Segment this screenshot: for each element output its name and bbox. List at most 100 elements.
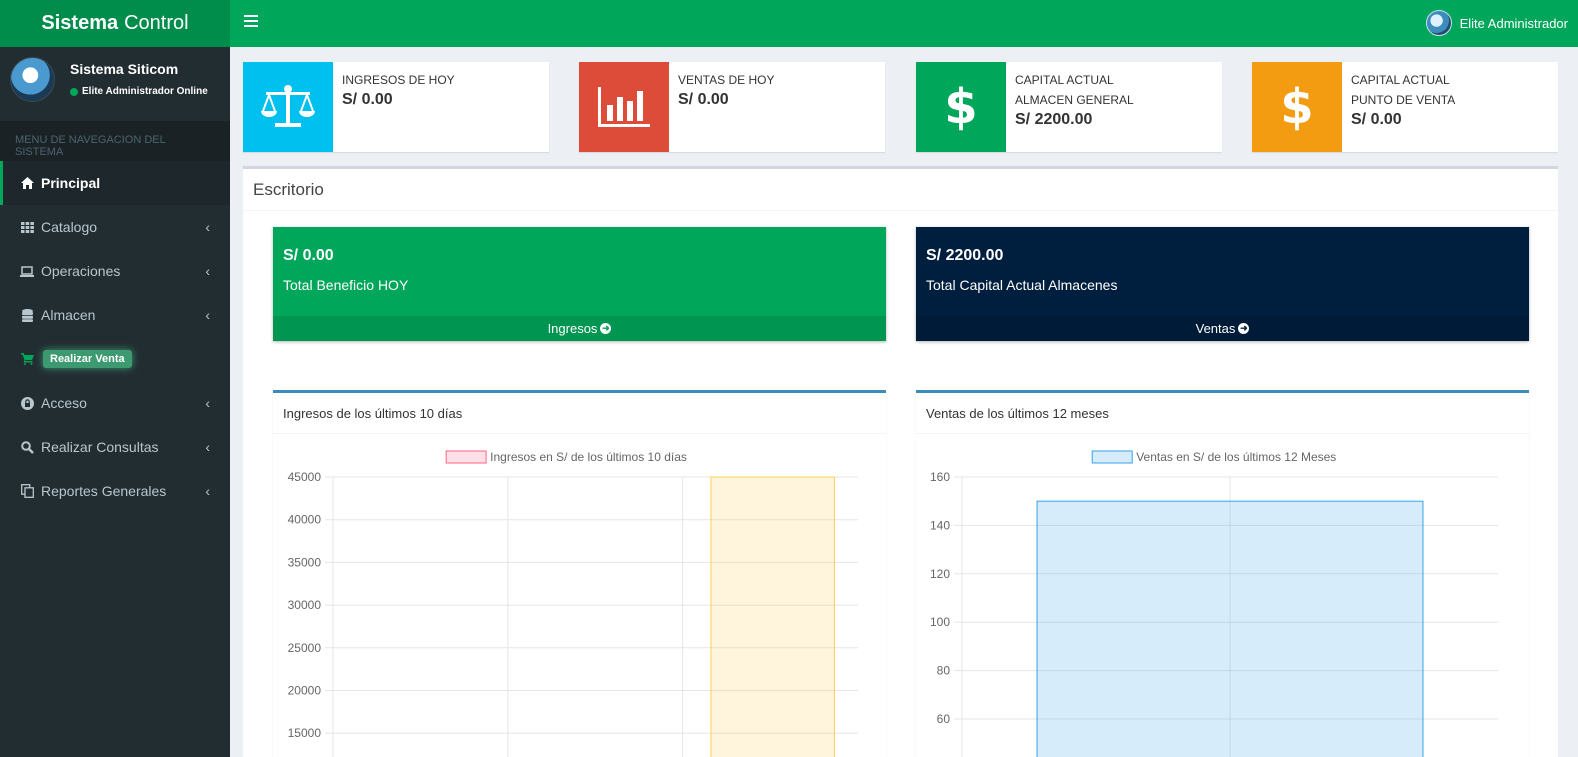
sidebar-item-label: Operaciones [41,263,121,279]
sidebar-item-label: Acceso [41,395,87,411]
arrow-circle-right-icon: ➜ [1238,323,1250,334]
y-tick-label: 100 [930,615,950,629]
balance-scale-icon [243,62,333,152]
summary-box-beneficio: S/ 0.00 Total Beneficio HOY Ingresos ➜ [273,227,886,341]
divider [243,210,1558,211]
footer-label: Ingresos [547,321,598,336]
sidebar-item-realizar-consultas[interactable]: Realizar Consultas ‹ [0,425,230,469]
top-navbar: Elite Administrador [230,0,1578,47]
sidebar-item-realizar-venta[interactable]: Realizar Venta [0,337,230,381]
sidebar-item-label: Realizar Consultas [41,439,159,455]
ventas-link[interactable]: Ventas ➜ [916,316,1529,341]
info-box-text: CAPITAL ACTUAL PUNTO DE VENTA S/ 0.00 [1351,70,1455,130]
divider [916,433,1529,434]
grid-icon [20,220,34,234]
info-box-ventas-hoy: VENTAS DE HOY S/ 0.00 [579,62,885,152]
user-menu-name: Elite Administrador [1459,15,1568,31]
online-dot-icon [70,87,78,96]
sidebar-item-principal[interactable]: Principal [0,161,230,205]
sidebar-item-label: Principal [41,175,101,191]
y-tick-label: 45000 [288,470,322,484]
y-tick-label: 15000 [288,726,322,740]
arrow-circle-right-icon: ➜ [600,323,612,334]
ingresos-link[interactable]: Ingresos ➜ [273,316,886,341]
info-box-value: S/ 0.00 [342,91,393,108]
escritorio-panel: Escritorio S/ 0.00 Total Beneficio HOY I… [243,166,1558,757]
info-box-text: INGRESOS DE HOY S/ 0.00 [342,70,455,110]
menu-header: MENU DE NAVEGACION DEL SISTEMA [0,121,230,161]
ingresos-chart: Ingresos en S/ de los últimos 10 días 450… [288,450,858,757]
divider [273,433,886,434]
info-box-label-2: ALMACEN GENERAL [1015,93,1134,107]
summary-box-capital: S/ 2200.00 Total Capital Actual Almacene… [916,227,1529,341]
dollar-icon: $ [916,62,1006,152]
info-box-label: CAPITAL ACTUAL [1351,73,1450,87]
summary-label: Total Capital Actual Almacenes [926,277,1118,293]
sidebar-item-almacen[interactable]: Almacen ‹ [0,293,230,337]
avatar [1425,10,1452,36]
sidebar-user-name: Sistema Siticom [70,61,179,77]
info-box-capital-almacen: $ CAPITAL ACTUAL ALMACEN GENERAL S/ 2200… [916,62,1222,152]
info-box-value: S/ 0.00 [1351,111,1402,128]
y-tick-label: 30000 [288,598,322,612]
logo-bold-text: Sistema [41,12,119,34]
summary-value: S/ 0.00 [283,247,334,264]
user-panel: Sistema Siticom Elite Administrador Onli… [0,47,230,121]
info-box-capital-punto-venta: $ CAPITAL ACTUAL PUNTO DE VENTA S/ 0.00 [1252,62,1558,152]
y-tick-label: 120 [930,567,950,581]
chevron-left-icon: ‹ [205,263,210,279]
info-box-value: S/ 0.00 [678,91,729,108]
sidebar-item-reportes-generales[interactable]: Reportes Generales ‹ [0,469,230,513]
chart-box-ingresos: Ingresos de los últimos 10 días Ingresos… [273,390,886,757]
sidebar-item-catalogo[interactable]: Catalogo ‹ [0,205,230,249]
page-title: Escritorio [253,180,324,199]
y-tick-label: 140 [930,518,950,532]
info-box-label: INGRESOS DE HOY [342,73,455,87]
info-box-label-2: PUNTO DE VENTA [1351,93,1456,107]
app-logo[interactable]: Sistema Control [0,0,230,47]
logo-light-text: Control [124,12,189,34]
y-tick-label: 25000 [288,641,322,655]
dollar-glyph: $ [944,79,978,135]
info-box-ingresos-hoy: INGRESOS DE HOY S/ 0.00 [243,62,549,152]
dollar-glyph: $ [1280,79,1314,135]
legend-label: Ventas en S/ de los últimos 12 Meses [1136,450,1336,464]
sidebar-item-operaciones[interactable]: Operaciones ‹ [0,249,230,293]
sidebar-toggle-icon[interactable] [244,15,258,27]
user-status: Elite Administrador Online [70,86,208,97]
info-box-text: VENTAS DE HOY S/ 0.00 [678,70,774,110]
chevron-left-icon: ‹ [205,483,210,499]
realizar-venta-badge[interactable]: Realizar Venta [43,350,132,368]
user-status-text: Elite Administrador Online [82,86,208,97]
y-tick-label: 40000 [288,513,322,527]
y-tick-label: 160 [930,470,950,484]
y-tick-label: 20000 [288,684,322,698]
chart-title: Ingresos de los últimos 10 días [283,406,463,421]
sidebar-item-label: Reportes Generales [41,483,167,499]
sidebar-item-acceso[interactable]: Acceso ‹ [0,381,230,425]
bar [710,476,835,757]
user-avatar [10,57,55,102]
database-icon [20,308,34,322]
copy-icon [20,484,34,498]
cart-icon [20,352,34,366]
info-box-value: S/ 2200.00 [1015,111,1093,128]
legend-swatch [1091,450,1133,464]
y-tick-label: 60 [937,712,951,726]
chart-title: Ventas de los últimos 12 meses [926,406,1109,421]
bar [1036,500,1424,757]
info-box-label: VENTAS DE HOY [678,73,775,87]
user-menu[interactable]: Elite Administrador [1425,10,1568,36]
sidebar-item-label: Catalogo [41,219,98,235]
info-box-label: CAPITAL ACTUAL [1015,73,1114,87]
search-icon [20,440,34,454]
ventas-chart: Ventas en S/ de los últimos 12 Meses 160 1… [930,450,1498,757]
chevron-left-icon: ‹ [205,439,210,455]
chevron-left-icon: ‹ [205,395,210,411]
dollar-icon: $ [1252,62,1342,152]
sidebar: Sistema Siticom Elite Administrador Onli… [0,47,230,757]
summary-label: Total Beneficio HOY [283,277,409,293]
summary-value: S/ 2200.00 [926,247,1004,264]
legend-swatch [445,450,487,464]
bar-chart-icon [579,62,669,152]
